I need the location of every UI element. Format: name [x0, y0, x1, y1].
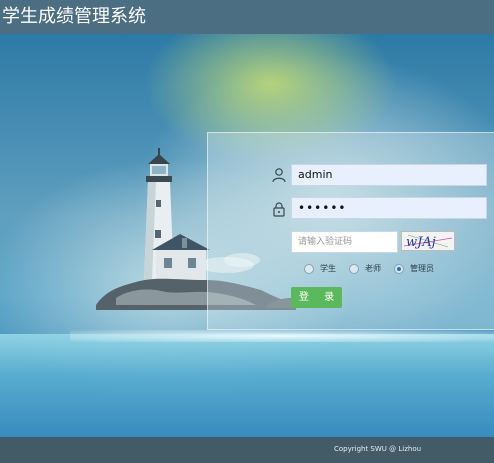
login-button[interactable]: 登 录 [291, 287, 342, 308]
user-icon [272, 168, 286, 183]
app-title: 学生成绩管理系统 [2, 6, 146, 27]
role-teacher-label: 老师 [365, 264, 381, 273]
lock-icon [273, 202, 285, 217]
password-input[interactable]: •••••• [291, 197, 487, 219]
copyright-text: Copyright SWU @ Lizhou [334, 445, 422, 453]
captcha-text: wJAj [406, 235, 436, 250]
role-student-radio[interactable] [304, 264, 314, 274]
username-input[interactable]: admin [291, 164, 487, 186]
captcha-image[interactable]: wJAj [401, 231, 455, 251]
role-admin-label: 管理员 [410, 264, 434, 273]
app-footer: Copyright SWU @ Lizhou [0, 437, 494, 463]
captcha-graphic: wJAj [403, 234, 453, 250]
app-header: 学生成绩管理系统 [0, 0, 494, 34]
role-admin-radio[interactable] [394, 264, 404, 274]
role-student-label: 学生 [320, 264, 336, 273]
captcha-input[interactable]: 请输入验证码 [291, 231, 398, 253]
horizon-glow [70, 330, 494, 342]
role-teacher-radio[interactable] [349, 264, 359, 274]
sea [0, 334, 494, 437]
